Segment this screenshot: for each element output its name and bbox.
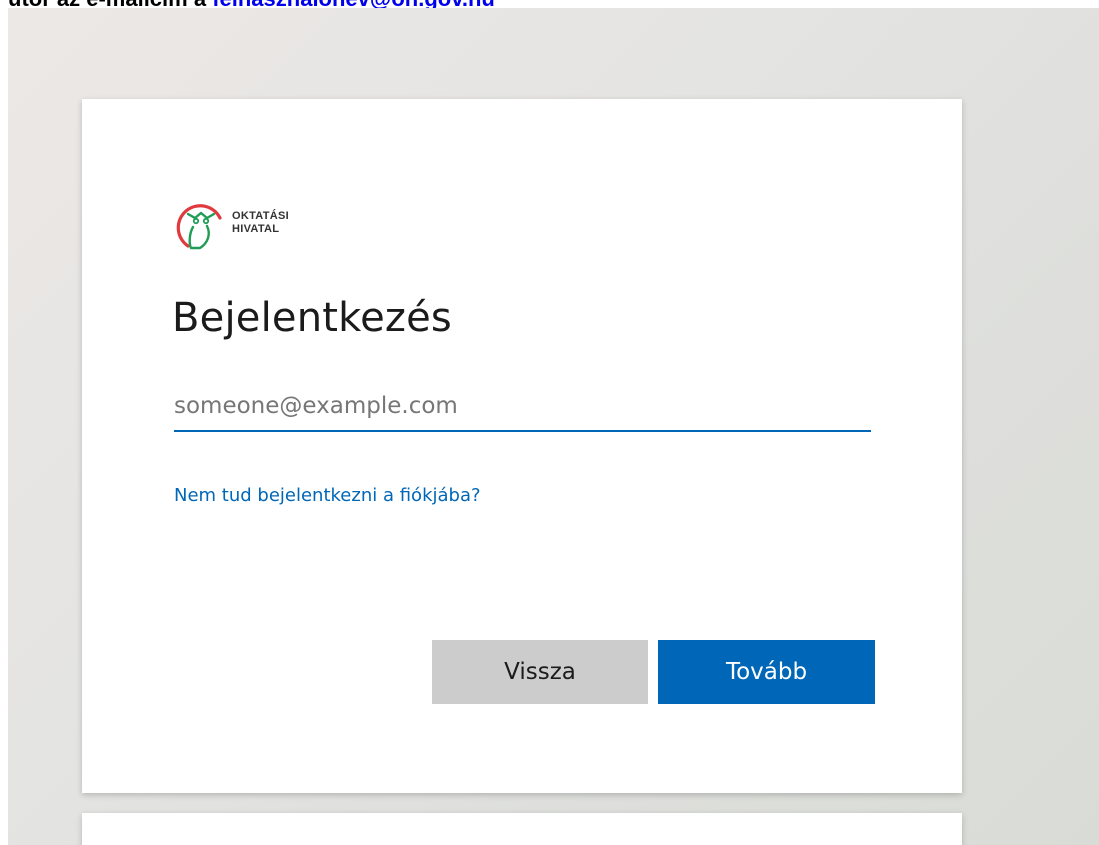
- owl-logo-icon: [176, 204, 222, 250]
- signin-options-card: [82, 813, 962, 845]
- top-banner: utor az e-mailcím a felhasznalonev@oh.go…: [0, 0, 1099, 8]
- top-banner-link[interactable]: felhasznalonev@oh.gov.hu: [212, 0, 495, 8]
- signin-card: OKTATÁSI HIVATAL Bejelentkezés Nem tud b…: [82, 99, 962, 793]
- cant-sign-in-link[interactable]: Nem tud bejelentkezni a fiókjába?: [174, 485, 481, 506]
- page-title: Bejelentkezés: [172, 295, 452, 341]
- next-button[interactable]: Tovább: [658, 640, 875, 704]
- org-name: OKTATÁSI HIVATAL: [232, 210, 289, 235]
- top-banner-text: utor az e-mailcím a felhasznalonev@oh.go…: [8, 0, 495, 8]
- top-banner-prefix: utor az e-mailcím a: [8, 0, 212, 8]
- org-logo: OKTATÁSI HIVATAL: [174, 196, 324, 256]
- back-button[interactable]: Vissza: [432, 640, 648, 704]
- email-field[interactable]: [174, 382, 871, 432]
- page-background: OKTATÁSI HIVATAL Bejelentkezés Nem tud b…: [8, 8, 1099, 845]
